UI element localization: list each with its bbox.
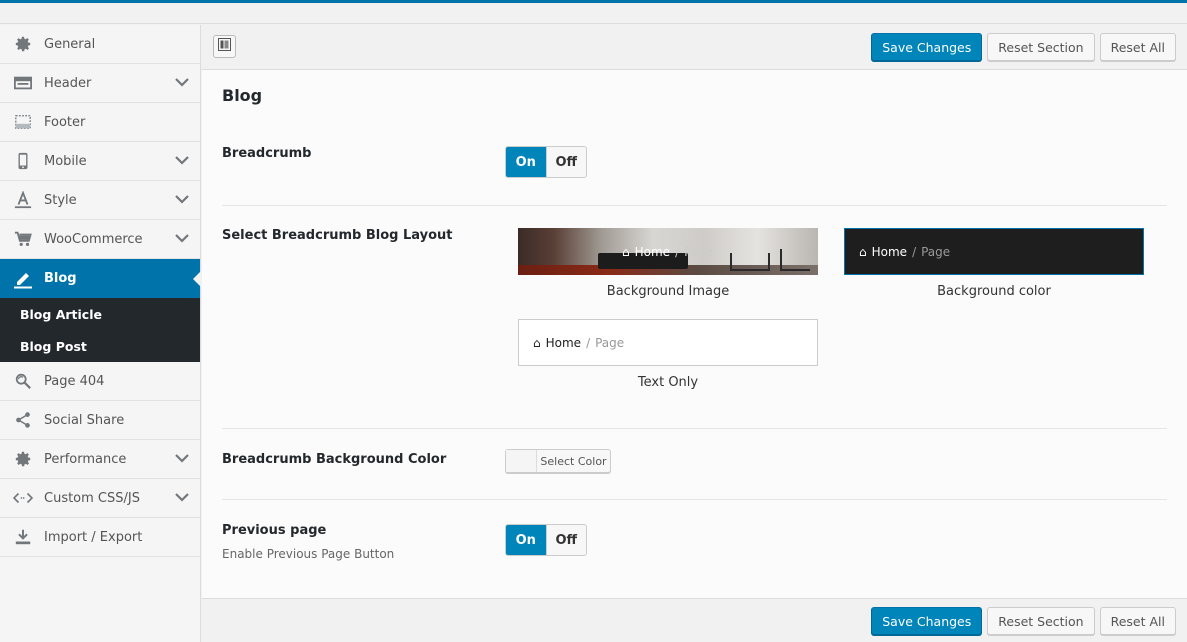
sidebar-item-label: Footer — [44, 114, 86, 130]
header-layout-icon — [13, 73, 33, 93]
sidebar-item-label: Import / Export — [44, 529, 143, 545]
home-icon: ⌂ — [533, 335, 541, 350]
sidebar-item-label: Performance — [44, 451, 127, 467]
sidebar-subitem-blog-article[interactable]: Blog Article — [0, 298, 200, 330]
options-main-panel: Save Changes Reset Section Reset All Blo… — [202, 25, 1187, 642]
chevron-down-icon[interactable] — [175, 76, 189, 91]
sidebar-item-label: Custom CSS/JS — [44, 490, 140, 506]
breadcrumb-label: Breadcrumb — [222, 146, 312, 161]
select-color-label: Select Color — [540, 454, 607, 468]
sidebar-item-custom-css-js[interactable]: Custom CSS/JS — [0, 479, 200, 518]
sidebar-item-label: Style — [44, 192, 77, 208]
sidebar-item-general[interactable]: General — [0, 25, 200, 64]
admin-top-gap — [0, 3, 1187, 24]
breadcrumb-bg-color-label: Breadcrumb Background Color — [222, 452, 447, 467]
layout-option-caption: Background Image — [606, 284, 730, 299]
layout-panel-icon — [218, 38, 231, 55]
reset-section-button[interactable]: Reset Section — [987, 607, 1095, 635]
previous-page-off-button[interactable]: Off — [545, 525, 587, 555]
bottom-toolbar: Save Changes Reset Section Reset All — [202, 598, 1187, 642]
share-icon — [13, 410, 33, 430]
breadcrumb-switch: On Off — [505, 146, 587, 178]
sidebar-item-label: Page 404 — [44, 373, 105, 389]
crumb-page: Page — [921, 244, 951, 259]
previous-page-label: Previous page — [222, 523, 327, 538]
crumb-home: Home — [545, 335, 582, 350]
chevron-down-icon[interactable] — [175, 193, 189, 208]
field-divider — [222, 499, 1167, 500]
sidebar-item-label: General — [44, 36, 96, 52]
toolbar-buttons: Save Changes Reset Section Reset All — [871, 33, 1176, 61]
sidebar-item-mobile[interactable]: Mobile — [0, 142, 200, 181]
breadcrumb-off-button[interactable]: Off — [545, 147, 587, 177]
cart-icon — [13, 229, 33, 249]
sidebar-item-page-404[interactable]: Page 404 — [0, 362, 200, 401]
sidebar-item-label: WooCommerce — [44, 231, 143, 247]
sidebar-item-style[interactable]: Style — [0, 181, 200, 220]
crumb-home: Home — [634, 244, 671, 259]
previous-page-description: Enable Previous Page Button — [222, 547, 395, 561]
breadcrumb-layout-label: Select Breadcrumb Blog Layout — [222, 228, 453, 243]
crumb-page: Page — [684, 244, 714, 259]
previous-page-switch: On Off — [505, 524, 587, 556]
sidebar-item-blog[interactable]: Blog — [0, 259, 201, 298]
section-title: Blog — [222, 86, 263, 105]
sidebar-item-performance[interactable]: Performance — [0, 440, 200, 479]
reset-section-button[interactable]: Reset Section — [987, 33, 1095, 61]
breadcrumb-on-button[interactable]: On — [506, 147, 546, 177]
save-changes-button[interactable]: Save Changes — [871, 33, 983, 61]
field-divider — [222, 428, 1167, 429]
layout-option-background-color[interactable]: ⌂ Home / Page Background color — [844, 228, 1144, 299]
crumb-separator: / — [912, 244, 917, 259]
save-changes-button[interactable]: Save Changes — [871, 607, 983, 635]
layout-preview-background-image: ⌂ Home / Page — [518, 228, 818, 275]
layout-option-background-image[interactable]: ⌂ Home / Page Background Image — [518, 228, 818, 299]
select-color-button[interactable]: Select Color — [505, 449, 611, 473]
gear-icon — [13, 34, 33, 54]
mobile-icon — [13, 151, 33, 171]
sidebar-subitem-blog-post[interactable]: Blog Post — [0, 330, 200, 362]
layout-option-text-only[interactable]: ⌂ Home / Page Text Only — [518, 319, 818, 390]
layout-option-caption: Background color — [937, 284, 1051, 299]
download-icon — [13, 527, 33, 547]
sidebar-item-label: Header — [44, 75, 92, 91]
field-divider — [222, 205, 1167, 206]
chevron-down-icon[interactable] — [175, 232, 189, 247]
sidebar-item-label: Mobile — [44, 153, 87, 169]
crumb-separator: / — [586, 335, 591, 350]
sidebar-item-footer[interactable]: Footer — [0, 103, 200, 142]
layout-option-caption: Text Only — [637, 375, 699, 390]
home-icon: ⌂ — [859, 244, 867, 259]
reset-all-button[interactable]: Reset All — [1099, 607, 1176, 635]
toolbar-buttons: Save Changes Reset Section Reset All — [871, 607, 1176, 635]
chevron-down-icon[interactable] — [175, 154, 189, 169]
crumb-home: Home — [871, 244, 908, 259]
text-style-icon — [13, 190, 33, 210]
top-toolbar: Save Changes Reset Section Reset All — [202, 25, 1187, 70]
gear-icon — [13, 449, 33, 469]
sidebar-item-label: Social Share — [44, 412, 125, 428]
color-swatch — [506, 450, 537, 472]
sidebar-item-woocommerce[interactable]: WooCommerce — [0, 220, 200, 259]
edit-pen-icon — [13, 269, 33, 289]
sidebar-item-social-share[interactable]: Social Share — [0, 401, 200, 440]
crumb-page: Page — [595, 335, 625, 350]
home-icon: ⌂ — [622, 244, 630, 259]
chevron-down-icon[interactable] — [175, 491, 189, 506]
layout-preview-background-color: ⌂ Home / Page — [844, 228, 1144, 275]
sidebar-item-import-export[interactable]: Import / Export — [0, 518, 200, 557]
search-refresh-icon — [13, 371, 33, 391]
code-icon — [13, 488, 33, 508]
sidebar-item-label: Blog — [44, 271, 77, 286]
reset-all-button[interactable]: Reset All — [1099, 33, 1176, 61]
expand-layout-toggle[interactable] — [213, 35, 236, 58]
previous-page-on-button[interactable]: On — [506, 525, 546, 555]
blog-submenu: Blog Article Blog Post — [0, 298, 200, 362]
footer-grid-icon — [13, 112, 33, 132]
options-sidebar: General Header Footer Mobile Style WooCo… — [0, 25, 201, 642]
sidebar-item-header[interactable]: Header — [0, 64, 200, 103]
crumb-separator: / — [675, 244, 680, 259]
layout-preview-text-only: ⌂ Home / Page — [518, 319, 818, 366]
chevron-down-icon[interactable] — [175, 452, 189, 467]
